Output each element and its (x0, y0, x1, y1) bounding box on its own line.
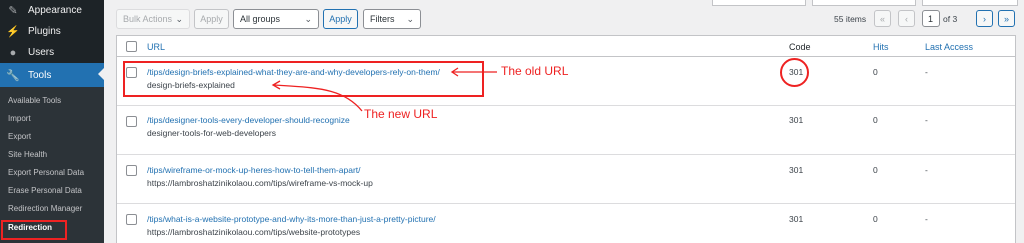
user-icon: ● (9, 46, 17, 59)
row-checkbox[interactable] (126, 165, 137, 176)
page-total: of 3 (943, 14, 958, 24)
plug-icon: ⚡ (6, 26, 20, 38)
column-hits[interactable]: Hits (873, 42, 889, 52)
source-url-link[interactable]: /tips/wireframe-or-mock-up-heres-how-to-… (147, 165, 361, 175)
submenu-available-tools[interactable]: Available Tools (8, 96, 61, 105)
chevron-down-icon: ⌄ (304, 14, 312, 24)
menu-item-plugins[interactable]: ⚡ Plugins (0, 21, 104, 42)
column-code: Code (789, 42, 811, 52)
column-url[interactable]: URL (147, 42, 165, 52)
target-url: https://lambroshatzinikolaou.com/tips/wi… (147, 178, 373, 188)
status-code: 301 (789, 214, 804, 224)
last-access: - (925, 165, 928, 175)
table-row: /tips/designer-tools-every-developer-sho… (117, 106, 1015, 155)
admin-sidebar: ✎ Appearance ⚡ Plugins ● Users 🔧 Tools A… (0, 0, 104, 243)
submenu-export-personal-data[interactable]: Export Personal Data (8, 168, 84, 177)
menu-label: Appearance (28, 5, 82, 16)
target-url: https://lambroshatzinikolaou.com/tips/we… (147, 227, 361, 237)
new-url-annotation: The new URL (364, 107, 438, 121)
table-row: /tips/wireframe-or-mock-up-heres-how-to-… (117, 155, 1015, 204)
chevron-down-icon: ⌄ (406, 14, 414, 24)
items-count: 55 items (834, 14, 867, 24)
hits-count: 0 (873, 67, 878, 77)
highlight-box-old-url (123, 61, 484, 97)
chevron-down-icon: ⌄ (175, 14, 183, 24)
submenu-site-health[interactable]: Site Health (8, 150, 47, 159)
target-url: designer-tools-for-web-developers (147, 128, 276, 138)
hits-count: 0 (873, 214, 878, 224)
submenu-export[interactable]: Export (8, 132, 31, 141)
row-checkbox[interactable] (126, 214, 137, 225)
highlight-circle-code (780, 58, 809, 87)
status-code: 301 (789, 115, 804, 125)
table-header: URL Code Hits Last Access (117, 36, 1015, 57)
hits-count: 0 (873, 115, 878, 125)
wrench-icon: 🔧 (6, 69, 20, 82)
menu-item-users[interactable]: ● Users (0, 42, 104, 63)
source-url-link[interactable]: /tips/what-is-a-website-prototype-and-wh… (147, 214, 436, 224)
last-access: - (925, 67, 928, 77)
apply-group-button[interactable]: Apply (323, 9, 358, 29)
hits-count: 0 (873, 165, 878, 175)
group-select[interactable]: All groups ⌄ (233, 9, 319, 29)
bulk-actions-label: Bulk Actions (123, 14, 173, 24)
next-page-button[interactable]: › (976, 10, 993, 27)
menu-label: Tools (28, 69, 52, 81)
main-content: Bulk Actions ⌄ Apply All groups ⌄ Apply … (104, 0, 1024, 243)
status-code: 301 (789, 165, 804, 175)
highlight-box-redirection (1, 220, 67, 240)
last-access: - (925, 115, 928, 125)
filters-select[interactable]: Filters ⌄ (363, 9, 421, 29)
submenu-erase-personal-data[interactable]: Erase Personal Data (8, 186, 82, 195)
row-checkbox[interactable] (126, 116, 137, 127)
top-button-edge (712, 0, 806, 6)
select-all-checkbox[interactable] (126, 41, 137, 52)
last-access: - (925, 214, 928, 224)
prev-page-button[interactable]: ‹ (898, 10, 915, 27)
source-url-link[interactable]: /tips/designer-tools-every-developer-sho… (147, 115, 350, 125)
paintbrush-icon: ✎ (8, 5, 18, 17)
old-url-annotation: The old URL (501, 64, 569, 78)
menu-item-tools[interactable]: 🔧 Tools (0, 63, 104, 87)
submenu-redirection-manager[interactable]: Redirection Manager (8, 204, 82, 213)
last-page-button[interactable]: » (998, 10, 1015, 27)
apply-bulk-button[interactable]: Apply (194, 9, 229, 29)
menu-label: Plugins (28, 26, 61, 37)
first-page-button[interactable]: « (874, 10, 891, 27)
filters-label: Filters (370, 14, 395, 24)
top-button-edge (922, 0, 1018, 6)
menu-item-appearance[interactable]: ✎ Appearance (0, 0, 104, 21)
submenu-import[interactable]: Import (8, 114, 31, 123)
group-select-label: All groups (240, 14, 281, 24)
menu-label: Users (28, 47, 55, 58)
column-last-access[interactable]: Last Access (925, 42, 973, 52)
top-button-edge (812, 0, 916, 6)
current-page-value: 1 (928, 13, 934, 24)
table-row: /tips/what-is-a-website-prototype-and-wh… (117, 204, 1015, 243)
bulk-actions-select[interactable]: Bulk Actions ⌄ (116, 9, 190, 29)
current-page-input[interactable]: 1 (922, 10, 940, 27)
